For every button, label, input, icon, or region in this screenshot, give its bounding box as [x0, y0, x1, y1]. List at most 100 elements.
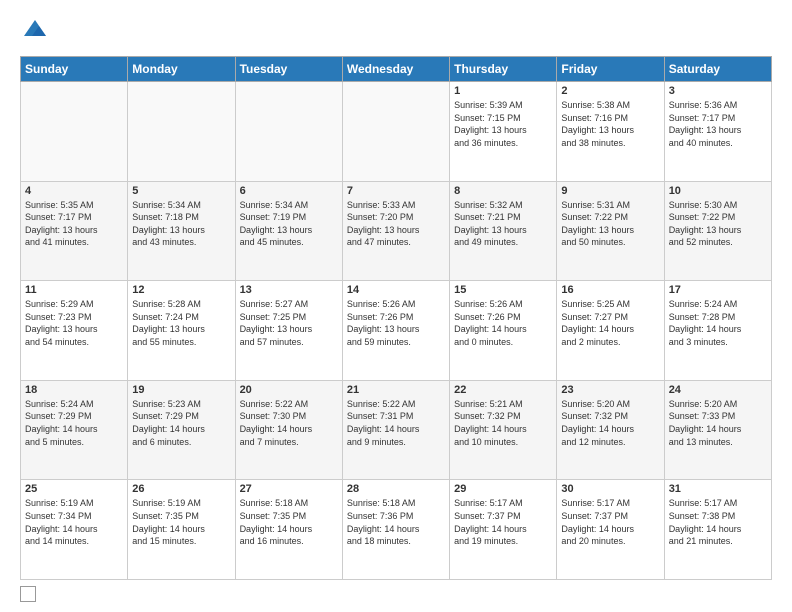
calendar-cell	[342, 82, 449, 182]
day-number: 21	[347, 384, 445, 396]
calendar-week-5: 25 Sunrise: 5:19 AM Sunset: 7:34 PM Dayli…	[21, 480, 772, 580]
calendar-table: SundayMondayTuesdayWednesdayThursdayFrid…	[20, 56, 772, 580]
day-number: 18	[25, 384, 123, 396]
calendar-cell: 5 Sunrise: 5:34 AM Sunset: 7:18 PM Daylig…	[128, 181, 235, 281]
day-number: 16	[561, 284, 659, 296]
day-info: Sunrise: 5:22 AM Sunset: 7:31 PM Dayligh…	[347, 398, 445, 448]
calendar-cell	[235, 82, 342, 182]
day-number: 1	[454, 85, 552, 97]
calendar-cell: 1 Sunrise: 5:39 AM Sunset: 7:15 PM Daylig…	[450, 82, 557, 182]
day-info: Sunrise: 5:25 AM Sunset: 7:27 PM Dayligh…	[561, 298, 659, 348]
calendar-cell: 19Sunrise: 5:23 AM Sunset: 7:29 PM Dayli…	[128, 380, 235, 480]
day-info: Sunrise: 5:22 AM Sunset: 7:30 PM Dayligh…	[240, 398, 338, 448]
day-info: Sunrise: 5:18 AM Sunset: 7:35 PM Dayligh…	[240, 497, 338, 547]
day-number: 22	[454, 384, 552, 396]
day-number: 6	[240, 185, 338, 197]
calendar-cell: 31 Sunrise: 5:17 AM Sunset: 7:38 PM Dayli…	[664, 480, 771, 580]
logo	[20, 16, 54, 46]
calendar-cell: 27Sunrise: 5:18 AM Sunset: 7:35 PM Dayli…	[235, 480, 342, 580]
day-number: 3	[669, 85, 767, 97]
day-number: 20	[240, 384, 338, 396]
calendar-cell: 26Sunrise: 5:19 AM Sunset: 7:35 PM Dayli…	[128, 480, 235, 580]
daylight-legend-box	[20, 586, 36, 602]
day-info: Sunrise: 5:26 AM Sunset: 7:26 PM Dayligh…	[454, 298, 552, 348]
calendar-cell: 13 Sunrise: 5:27 AM Sunset: 7:25 PM Dayli…	[235, 281, 342, 381]
day-info: Sunrise: 5:32 AM Sunset: 7:21 PM Dayligh…	[454, 199, 552, 249]
day-number: 31	[669, 483, 767, 495]
calendar-week-3: 11Sunrise: 5:29 AM Sunset: 7:23 PM Dayli…	[21, 281, 772, 381]
weekday-header-wednesday: Wednesday	[342, 57, 449, 82]
calendar-cell: 16 Sunrise: 5:25 AM Sunset: 7:27 PM Dayli…	[557, 281, 664, 381]
day-number: 15	[454, 284, 552, 296]
day-info: Sunrise: 5:39 AM Sunset: 7:15 PM Dayligh…	[454, 99, 552, 149]
day-number: 26	[132, 483, 230, 495]
day-info: Sunrise: 5:21 AM Sunset: 7:32 PM Dayligh…	[454, 398, 552, 448]
day-number: 9	[561, 185, 659, 197]
calendar-header: SundayMondayTuesdayWednesdayThursdayFrid…	[21, 57, 772, 82]
weekday-header-tuesday: Tuesday	[235, 57, 342, 82]
calendar-cell: 2 Sunrise: 5:38 AM Sunset: 7:16 PM Daylig…	[557, 82, 664, 182]
calendar-cell: 10 Sunrise: 5:30 AM Sunset: 7:22 PM Dayli…	[664, 181, 771, 281]
day-number: 30	[561, 483, 659, 495]
day-info: Sunrise: 5:36 AM Sunset: 7:17 PM Dayligh…	[669, 99, 767, 149]
day-number: 24	[669, 384, 767, 396]
day-info: Sunrise: 5:34 AM Sunset: 7:18 PM Dayligh…	[132, 199, 230, 249]
weekday-header-sunday: Sunday	[21, 57, 128, 82]
day-info: Sunrise: 5:24 AM Sunset: 7:28 PM Dayligh…	[669, 298, 767, 348]
calendar-cell: 4 Sunrise: 5:35 AM Sunset: 7:17 PM Daylig…	[21, 181, 128, 281]
calendar-cell: 6 Sunrise: 5:34 AM Sunset: 7:19 PM Daylig…	[235, 181, 342, 281]
calendar-body: 1 Sunrise: 5:39 AM Sunset: 7:15 PM Daylig…	[21, 82, 772, 580]
calendar-cell: 7Sunrise: 5:33 AM Sunset: 7:20 PM Daylig…	[342, 181, 449, 281]
calendar-cell: 12Sunrise: 5:28 AM Sunset: 7:24 PM Dayli…	[128, 281, 235, 381]
calendar-cell: 30 Sunrise: 5:17 AM Sunset: 7:37 PM Dayli…	[557, 480, 664, 580]
day-info: Sunrise: 5:38 AM Sunset: 7:16 PM Dayligh…	[561, 99, 659, 149]
day-info: Sunrise: 5:27 AM Sunset: 7:25 PM Dayligh…	[240, 298, 338, 348]
day-info: Sunrise: 5:20 AM Sunset: 7:32 PM Dayligh…	[561, 398, 659, 448]
day-info: Sunrise: 5:20 AM Sunset: 7:33 PM Dayligh…	[669, 398, 767, 448]
calendar-cell	[21, 82, 128, 182]
calendar-cell: 3 Sunrise: 5:36 AM Sunset: 7:17 PM Daylig…	[664, 82, 771, 182]
logo-icon	[20, 16, 50, 46]
header	[20, 16, 772, 46]
calendar-cell: 14 Sunrise: 5:26 AM Sunset: 7:26 PM Dayli…	[342, 281, 449, 381]
day-info: Sunrise: 5:17 AM Sunset: 7:37 PM Dayligh…	[454, 497, 552, 547]
day-info: Sunrise: 5:34 AM Sunset: 7:19 PM Dayligh…	[240, 199, 338, 249]
day-number: 4	[25, 185, 123, 197]
calendar-week-2: 4 Sunrise: 5:35 AM Sunset: 7:17 PM Daylig…	[21, 181, 772, 281]
day-number: 5	[132, 185, 230, 197]
page: SundayMondayTuesdayWednesdayThursdayFrid…	[0, 0, 792, 612]
day-info: Sunrise: 5:35 AM Sunset: 7:17 PM Dayligh…	[25, 199, 123, 249]
calendar-cell: 8 Sunrise: 5:32 AM Sunset: 7:21 PM Daylig…	[450, 181, 557, 281]
calendar-cell: 15 Sunrise: 5:26 AM Sunset: 7:26 PM Dayli…	[450, 281, 557, 381]
footer	[20, 586, 772, 602]
day-number: 2	[561, 85, 659, 97]
day-info: Sunrise: 5:33 AM Sunset: 7:20 PM Dayligh…	[347, 199, 445, 249]
day-info: Sunrise: 5:26 AM Sunset: 7:26 PM Dayligh…	[347, 298, 445, 348]
day-info: Sunrise: 5:17 AM Sunset: 7:38 PM Dayligh…	[669, 497, 767, 547]
day-number: 29	[454, 483, 552, 495]
day-number: 10	[669, 185, 767, 197]
calendar-cell: 23 Sunrise: 5:20 AM Sunset: 7:32 PM Dayli…	[557, 380, 664, 480]
calendar-cell: 9 Sunrise: 5:31 AM Sunset: 7:22 PM Daylig…	[557, 181, 664, 281]
day-number: 28	[347, 483, 445, 495]
day-number: 13	[240, 284, 338, 296]
day-info: Sunrise: 5:17 AM Sunset: 7:37 PM Dayligh…	[561, 497, 659, 547]
day-number: 14	[347, 284, 445, 296]
calendar-cell: 18 Sunrise: 5:24 AM Sunset: 7:29 PM Dayli…	[21, 380, 128, 480]
day-info: Sunrise: 5:24 AM Sunset: 7:29 PM Dayligh…	[25, 398, 123, 448]
day-number: 25	[25, 483, 123, 495]
day-number: 8	[454, 185, 552, 197]
weekday-header-thursday: Thursday	[450, 57, 557, 82]
calendar-cell	[128, 82, 235, 182]
day-info: Sunrise: 5:23 AM Sunset: 7:29 PM Dayligh…	[132, 398, 230, 448]
calendar-cell: 24 Sunrise: 5:20 AM Sunset: 7:33 PM Dayli…	[664, 380, 771, 480]
calendar-cell: 25 Sunrise: 5:19 AM Sunset: 7:34 PM Dayli…	[21, 480, 128, 580]
calendar-cell: 17Sunrise: 5:24 AM Sunset: 7:28 PM Dayli…	[664, 281, 771, 381]
calendar-cell: 28Sunrise: 5:18 AM Sunset: 7:36 PM Dayli…	[342, 480, 449, 580]
day-info: Sunrise: 5:31 AM Sunset: 7:22 PM Dayligh…	[561, 199, 659, 249]
day-info: Sunrise: 5:19 AM Sunset: 7:34 PM Dayligh…	[25, 497, 123, 547]
day-number: 12	[132, 284, 230, 296]
day-number: 23	[561, 384, 659, 396]
day-info: Sunrise: 5:30 AM Sunset: 7:22 PM Dayligh…	[669, 199, 767, 249]
day-info: Sunrise: 5:29 AM Sunset: 7:23 PM Dayligh…	[25, 298, 123, 348]
